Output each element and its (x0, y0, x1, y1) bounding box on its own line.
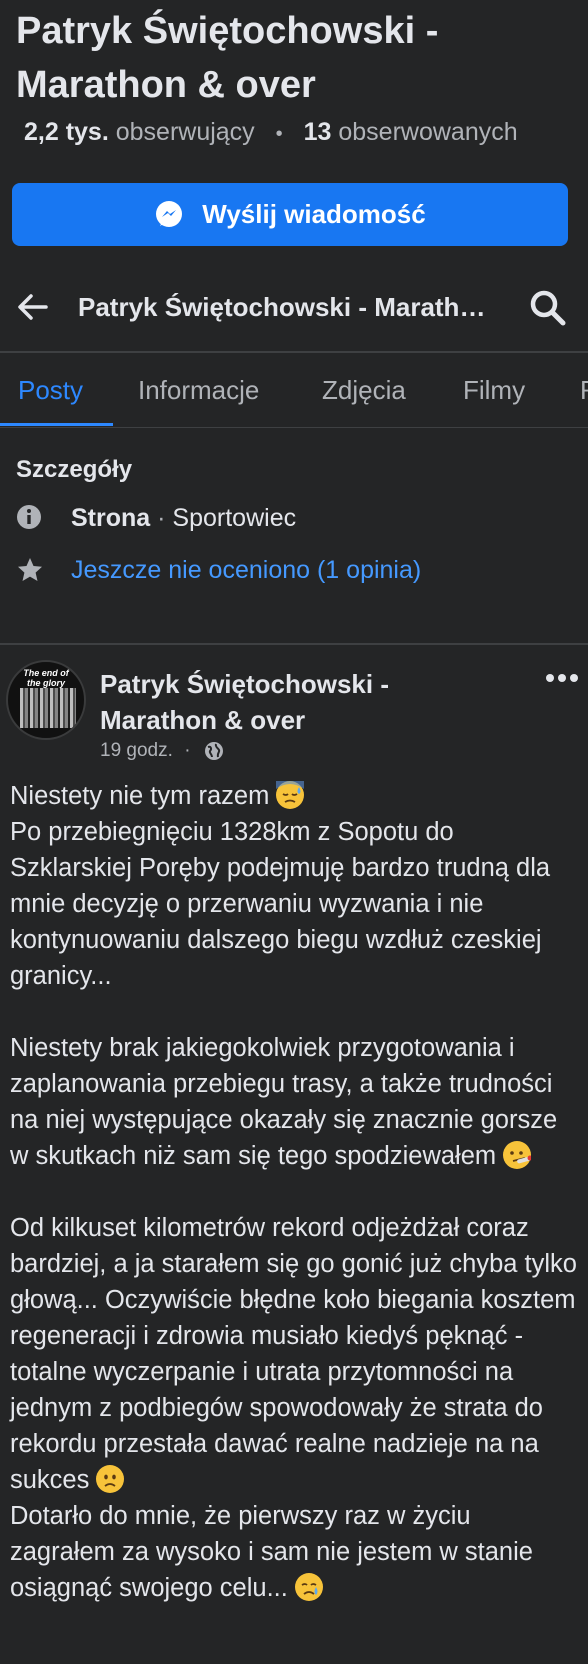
slightly-frowning-emoji (96, 1465, 125, 1493)
messenger-icon (156, 200, 183, 227)
top-navbar: Patryk Świętochowski - Marathon & over (0, 268, 588, 352)
back-arrow-icon[interactable] (16, 290, 50, 324)
avatar-text: The end of the glory (23, 668, 69, 688)
post-time[interactable]: 19 godz. (100, 740, 173, 761)
post-meta: 19 godz. · (100, 740, 224, 762)
page-title: Patryk Świętochowski - Marathon & over (16, 10, 439, 106)
post-paragraph: Niestety nie tym razem (10, 782, 270, 810)
tab-more[interactable]: R (580, 353, 588, 427)
stats-separator: • (275, 123, 283, 145)
thermometer-face-emoji (503, 1141, 532, 1169)
search-icon[interactable] (528, 288, 568, 328)
active-tab-indicator (0, 423, 113, 426)
post-paragraph: Niestety brak jakiegokolwiek przygotowan… (10, 1034, 558, 1170)
info-icon (17, 505, 41, 529)
page-tabs: Posty Informacje Zdjęcia Filmy R (0, 353, 588, 427)
rating-link[interactable]: Jeszcze nie oceniono (1 opinia) (71, 556, 421, 585)
followers-label[interactable]: obserwujący (116, 118, 255, 146)
type-separator: · (157, 504, 166, 532)
more-dots-icon[interactable] (545, 672, 579, 684)
post-author[interactable]: Patryk Świętochowski - Marathon & over (100, 666, 500, 738)
rating-row[interactable]: Jeszcze nie oceniono (1 opinia) (16, 552, 576, 592)
details-heading: Szczegóły (16, 456, 133, 483)
post-body: Niestety nie tym razem Po przebiegnięciu… (10, 778, 582, 1606)
tab-posts[interactable]: Posty (18, 353, 83, 427)
page-category: Sportowiec (172, 504, 297, 532)
divider (0, 427, 588, 428)
navbar-title: Patryk Świętochowski - Marathon & over (78, 292, 498, 322)
post-paragraph: Dotarło do mnie, że pierwszy raz w życiu… (10, 1502, 533, 1602)
avatar-image (20, 688, 76, 728)
send-message-button[interactable]: Wyślij wiadomość (12, 183, 568, 246)
post-paragraph: Po przebiegnięciu 1328km z Sopotu do Szk… (10, 818, 551, 990)
following-label[interactable]: obserwowanych (338, 118, 517, 146)
tab-about[interactable]: Informacje (138, 353, 259, 427)
followers-count[interactable]: 2,2 tys. (24, 118, 109, 146)
tab-videos[interactable]: Filmy (463, 353, 525, 427)
crying-face-emoji (294, 1573, 323, 1601)
page-type-row: Strona · Sportowiec (16, 500, 576, 540)
downcast-sweat-emoji (276, 781, 305, 809)
star-icon (18, 558, 42, 581)
avatar[interactable]: The end of the glory (6, 660, 86, 740)
globe-icon (204, 741, 223, 760)
page-type-label: Strona (71, 504, 151, 532)
meta-separator: · (184, 740, 191, 761)
following-count[interactable]: 13 (304, 118, 332, 146)
tab-photos[interactable]: Zdjęcia (322, 353, 406, 427)
follow-stats: 2,2 tys. obserwujący • 13 obserwowanych (24, 118, 518, 147)
section-divider (0, 643, 588, 645)
send-message-label: Wyślij wiadomość (202, 199, 426, 229)
post-paragraph: Od kilkuset kilometrów rekord odjeżdżał … (10, 1214, 577, 1494)
